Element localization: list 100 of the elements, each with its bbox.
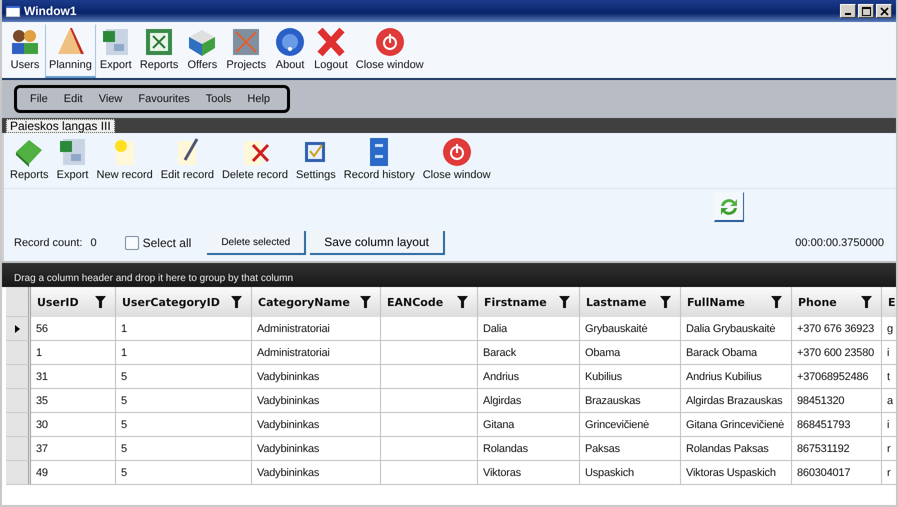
minimize-icon [845, 13, 851, 15]
column-header[interactable]: Firstname [478, 287, 580, 317]
table-cell: 868451793 [792, 413, 882, 437]
group-hint: Drag a column header and drop it here to group by that column [14, 273, 294, 284]
toolbar-button[interactable]: Projects [222, 24, 270, 78]
toolbar-button[interactable]: Logout [310, 24, 352, 78]
table-cell: 49 [31, 461, 116, 485]
column-header[interactable]: Phone [792, 287, 882, 317]
current-row-icon [14, 324, 20, 332]
filter-icon[interactable] [95, 296, 106, 308]
close-icon [880, 6, 888, 16]
power-icon [440, 136, 473, 168]
table-cell: r [882, 461, 896, 485]
delete-selected-button[interactable]: Delete selected [207, 231, 306, 255]
table-cell: 1 [116, 341, 252, 365]
table-cell: Administratoriai [252, 317, 381, 341]
table-cell: 867531192 [792, 437, 882, 461]
table-cell: Vadybininkas [252, 413, 381, 437]
table-cell: Dalia Grybauskaitė [681, 317, 792, 341]
filter-icon[interactable] [457, 296, 468, 308]
maximize-icon [862, 6, 870, 16]
column-header[interactable]: EANCode [381, 287, 478, 317]
table-cell: 5 [116, 413, 252, 437]
table-cell: Barack Obama [681, 341, 792, 365]
menu-item[interactable]: File [23, 90, 55, 108]
table-cell: 1 [116, 317, 252, 341]
column-header[interactable]: Lastname [580, 287, 681, 317]
menu-item[interactable]: Edit [56, 90, 90, 108]
table-cell: Algirdas Brazauskas [681, 389, 792, 413]
help-icon [274, 26, 306, 58]
table-cell: Administratoriai [252, 341, 381, 365]
table-cell: Paksas [580, 437, 681, 461]
toolbar-button[interactable]: New record [92, 134, 157, 188]
maximize-button[interactable] [858, 4, 874, 18]
column-header[interactable]: UserCategoryID [116, 287, 252, 317]
minimize-button[interactable] [840, 4, 856, 18]
tab[interactable]: Paieskos langas III [6, 119, 115, 133]
table-cell: Viktoras Uspaskich [681, 461, 792, 485]
toolbar-button[interactable]: Close window [418, 134, 495, 188]
table-cell: +370 676 36923 [792, 317, 882, 341]
filter-icon[interactable] [861, 296, 872, 308]
table-cell: Barack [478, 341, 580, 365]
table-cell: Kubilius [580, 365, 681, 389]
filter-icon[interactable] [360, 296, 371, 308]
toolbar-button[interactable]: Users [5, 24, 45, 78]
table-cell: Dalia [478, 317, 580, 341]
table-cell: Andrius Kubilius [681, 365, 792, 389]
toolbar-button[interactable]: Export [52, 134, 93, 188]
toolbar-button[interactable]: Close window [352, 24, 428, 78]
toolbar-button[interactable]: About [270, 24, 310, 78]
table-cell: Andrius [478, 365, 580, 389]
toolbar-button[interactable]: Offers [182, 24, 222, 78]
close-icon [314, 26, 347, 58]
table-cell: g [882, 317, 896, 341]
toolbar-button[interactable]: Export [96, 24, 136, 78]
refresh-button[interactable] [714, 192, 744, 222]
table-cell: Algirdas [478, 389, 580, 413]
table-cell: Gitana Grincevičienė [681, 413, 792, 437]
toolbar-button[interactable]: Delete record [218, 134, 292, 188]
table-cell: 5 [116, 365, 252, 389]
table-cell: Grincevičienė [580, 413, 681, 437]
row-header[interactable] [6, 317, 31, 341]
column-header[interactable]: E [882, 287, 896, 317]
table-cell: Grybauskaitė [580, 317, 681, 341]
table-cell: Vadybininkas [252, 437, 381, 461]
toolbar-button[interactable]: Reports [136, 24, 182, 78]
select-all-checkbox[interactable] [124, 236, 139, 250]
toolbar-button[interactable]: Planning [45, 24, 96, 78]
filter-icon[interactable] [660, 296, 671, 308]
record-count-label: Record count: [14, 237, 82, 249]
filter-icon[interactable] [771, 296, 782, 308]
toolbar-button[interactable]: Record history [340, 134, 419, 188]
table-cell: 31 [31, 365, 116, 389]
toolbar-button[interactable]: Edit record [156, 134, 218, 188]
table-cell: i [882, 413, 896, 437]
table-cell: i [882, 341, 896, 365]
toolbar-button[interactable]: Reports [6, 134, 53, 188]
column-header[interactable]: UserID [31, 287, 116, 317]
table-cell: 30 [31, 413, 116, 437]
menu-item[interactable]: Favourites [131, 90, 197, 108]
column-header[interactable]: FullName [681, 287, 792, 317]
table-cell: Rolandas Paksas [681, 437, 792, 461]
filter-icon[interactable] [231, 296, 242, 308]
save-layout-button[interactable]: Save column layout [310, 231, 445, 255]
table-cell: 5 [116, 437, 252, 461]
menu-item[interactable]: Help [240, 90, 278, 108]
table-cell: Uspaskich [580, 461, 681, 485]
menu-item[interactable]: View [92, 90, 130, 108]
filter-icon[interactable] [559, 296, 570, 308]
column-header[interactable]: CategoryName [252, 287, 381, 317]
table-cell: 98451320 [792, 389, 882, 413]
table-cell: +37068952486 [792, 365, 882, 389]
table-cell: Vadybininkas [252, 461, 381, 485]
close-button[interactable] [876, 4, 892, 18]
table-cell: Vadybininkas [252, 365, 381, 389]
power-icon [374, 26, 406, 58]
window-icon [6, 6, 20, 16]
toolbar-button[interactable]: Settings [292, 134, 340, 188]
menu-item[interactable]: Tools [198, 90, 238, 108]
table-cell: Obama [580, 341, 681, 365]
